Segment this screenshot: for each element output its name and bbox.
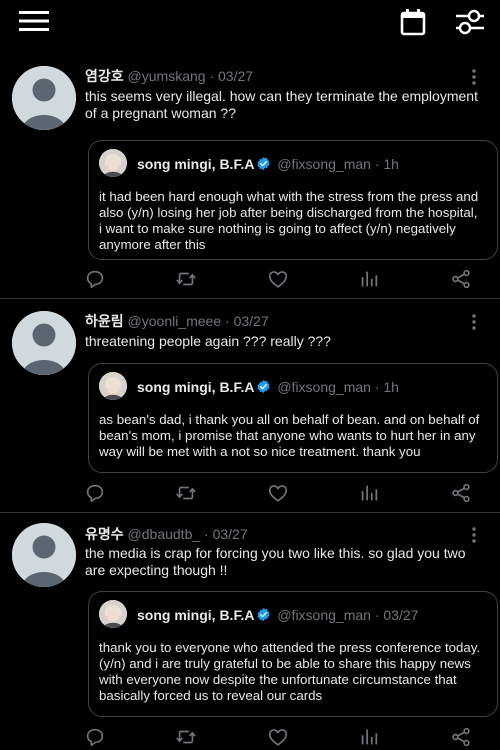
quoted-avatar[interactable]	[99, 600, 127, 628]
verified-badge-icon	[256, 379, 271, 394]
separator: ·	[374, 156, 380, 172]
quoted-tweet[interactable]: song mingi, B.F.A @fixsong_man · 03/27 t…	[88, 591, 498, 717]
display-name[interactable]: 염강호	[85, 68, 124, 84]
tweet-header: 하윤림 @yoonli_meee · 03/27	[85, 312, 269, 330]
timestamp[interactable]: 03/27	[218, 68, 253, 84]
heart-icon[interactable]	[267, 482, 289, 504]
verified-badge-icon	[256, 607, 271, 622]
tweet-actions	[0, 268, 500, 292]
more-options-icon[interactable]	[466, 312, 482, 332]
tweet[interactable]: 하윤림 @yoonli_meee · 03/27 threatening peo…	[0, 299, 500, 513]
handle[interactable]: @dbaudtb_	[128, 526, 201, 542]
timestamp[interactable]: 03/27	[213, 526, 248, 542]
retweet-icon[interactable]	[175, 482, 197, 504]
reply-icon[interactable]	[84, 726, 106, 748]
share-icon[interactable]	[450, 482, 472, 504]
quoted-display-name[interactable]: song mingi, B.F.A	[137, 607, 254, 623]
separator: ·	[225, 313, 230, 329]
handle[interactable]: @yoonli_meee	[128, 313, 222, 329]
separator: ·	[209, 68, 215, 84]
timestamp[interactable]: 03/27	[234, 313, 269, 329]
quoted-handle[interactable]: @fixsong_man	[277, 156, 371, 172]
quoted-text: it had been hard enough what with the st…	[99, 189, 479, 252]
tweet-header: 유명수 @dbaudtb_ · 03/27	[85, 525, 248, 543]
quoted-header: song mingi, B.F.A @fixsong_man · 1h	[137, 155, 399, 173]
separator: ·	[204, 526, 209, 542]
quoted-avatar[interactable]	[99, 149, 127, 177]
top-bar	[0, 0, 500, 44]
quoted-handle[interactable]: @fixsong_man	[277, 607, 371, 623]
quoted-text: as bean's dad, i thank you all on behalf…	[99, 412, 480, 459]
tweet-actions	[0, 726, 500, 750]
separator: ·	[374, 607, 380, 623]
quoted-display-name[interactable]: song mingi, B.F.A	[137, 156, 254, 172]
tweet-text: threatening people again ??? really ???	[85, 333, 331, 349]
analytics-icon[interactable]	[358, 726, 380, 748]
quoted-tweet[interactable]: song mingi, B.F.A @fixsong_man · 1h it h…	[88, 140, 498, 260]
more-options-icon[interactable]	[466, 525, 482, 545]
calendar-icon[interactable]	[400, 8, 426, 36]
reply-icon[interactable]	[84, 482, 106, 504]
quoted-header: song mingi, B.F.A @fixsong_man · 1h	[137, 378, 399, 396]
avatar[interactable]	[12, 523, 76, 587]
avatar[interactable]	[12, 311, 76, 375]
tweet-actions	[0, 482, 500, 506]
hamburger-menu-icon[interactable]	[19, 10, 49, 32]
display-name[interactable]: 유명수	[85, 526, 124, 542]
handle[interactable]: @yumskang	[128, 68, 206, 84]
quoted-timestamp[interactable]: 1h	[383, 379, 399, 395]
verified-badge-icon	[256, 156, 271, 171]
analytics-icon[interactable]	[358, 268, 380, 290]
heart-icon[interactable]	[267, 726, 289, 748]
quoted-display-name[interactable]: song mingi, B.F.A	[137, 379, 254, 395]
quoted-handle[interactable]: @fixsong_man	[277, 379, 371, 395]
reply-icon[interactable]	[84, 268, 106, 290]
quoted-text: thank you to everyone who attended the p…	[99, 640, 481, 703]
tweet[interactable]: 유명수 @dbaudtb_ · 03/27 the media is crap …	[0, 513, 500, 749]
tweet-text: the media is crap for forcing you two li…	[85, 545, 466, 578]
tweet-header: 염강호 @yumskang · 03/27	[85, 67, 253, 85]
tweet[interactable]: 염강호 @yumskang · 03/27 this seems very il…	[0, 54, 500, 299]
avatar[interactable]	[12, 66, 76, 130]
quoted-header: song mingi, B.F.A @fixsong_man · 03/27	[137, 606, 418, 624]
quoted-timestamp[interactable]: 1h	[383, 156, 399, 172]
filter-sliders-icon[interactable]	[455, 8, 485, 36]
quoted-avatar[interactable]	[99, 372, 127, 400]
heart-icon[interactable]	[267, 268, 289, 290]
display-name[interactable]: 하윤림	[85, 313, 124, 329]
retweet-icon[interactable]	[175, 726, 197, 748]
analytics-icon[interactable]	[358, 482, 380, 504]
separator: ·	[374, 379, 380, 395]
quoted-timestamp[interactable]: 03/27	[383, 607, 418, 623]
retweet-icon[interactable]	[175, 268, 197, 290]
tweet-text: this seems very illegal. how can they te…	[85, 88, 478, 121]
quoted-tweet[interactable]: song mingi, B.F.A @fixsong_man · 1h as b…	[88, 363, 498, 473]
share-icon[interactable]	[450, 726, 472, 748]
more-options-icon[interactable]	[466, 67, 482, 87]
share-icon[interactable]	[450, 268, 472, 290]
